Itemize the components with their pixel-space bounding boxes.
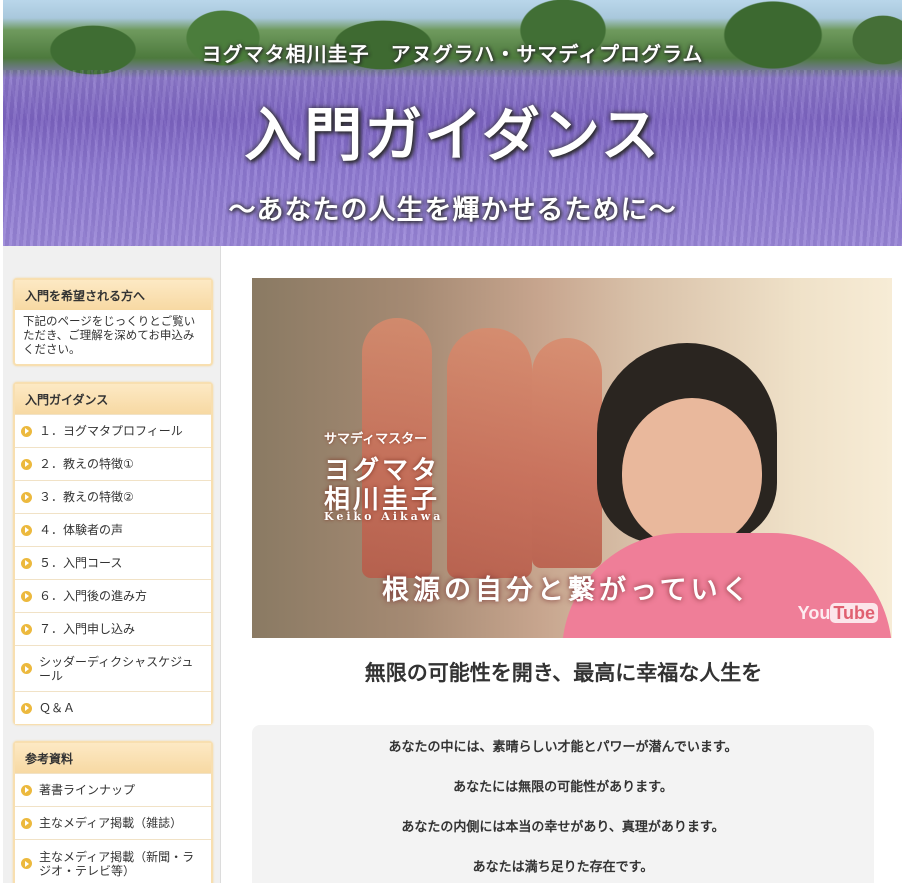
menu-item-label: 著書ラインナップ bbox=[39, 783, 136, 797]
arrow-bullet-icon bbox=[21, 491, 32, 503]
menu-item-label: Ｑ＆Ａ bbox=[39, 701, 76, 715]
arrow-bullet-icon bbox=[21, 784, 32, 796]
arrow-bullet-icon bbox=[21, 663, 32, 674]
arrow-bullet-icon bbox=[21, 557, 32, 569]
header-banner: ヨグマタ相川圭子 アヌグラハ・サマディプログラム 入門ガイダンス 〜あなたの人生… bbox=[3, 0, 902, 246]
menu-item-media-news[interactable]: 主なメディア掲載（新聞・ラジオ・テレビ等） bbox=[15, 839, 211, 883]
guidance-heading: 入門ガイダンス bbox=[15, 384, 211, 414]
arrow-bullet-icon bbox=[21, 425, 32, 437]
arrow-bullet-icon bbox=[21, 623, 32, 635]
sidebar: 入門を希望される方へ 下記のページをじっくりとご覧いただき、ご理解を深めてお申込… bbox=[3, 246, 221, 883]
menu-item-label: ２．教えの特徴① bbox=[39, 457, 134, 471]
video-thumbnail[interactable]: サマディマスター ヨグマタ 相川圭子 Keiko Aikawa 根源の自分と繋が… bbox=[252, 278, 892, 638]
message-line: あなたには無限の可能性があります。 bbox=[453, 780, 673, 795]
menu-item-testimonials[interactable]: ４．体験者の声 bbox=[15, 513, 211, 546]
menu-item-label: ４．体験者の声 bbox=[39, 523, 124, 537]
message-line: あなたの内側には本当の幸せがあり、真理があります。 bbox=[401, 820, 725, 835]
intro-box: 入門を希望される方へ 下記のページをじっくりとご覧いただき、ご理解を深めてお申込… bbox=[13, 278, 213, 366]
message-box: あなたの中には、素晴らしい才能とパワーが潜んでいます。 あなたには無限の可能性が… bbox=[252, 725, 874, 883]
menu-item-label: １．ヨグマタプロフィール bbox=[39, 424, 183, 438]
arrow-bullet-icon bbox=[21, 524, 32, 536]
video-name-roman: Keiko Aikawa bbox=[324, 510, 444, 523]
youtube-logo-tube: Tube bbox=[830, 603, 878, 623]
menu-item-features-1[interactable]: ２．教えの特徴① bbox=[15, 447, 211, 480]
background-figure bbox=[447, 328, 532, 578]
header-subtitle: ヨグマタ相川圭子 アヌグラハ・サマディプログラム bbox=[201, 42, 704, 66]
youtube-logo-you: You bbox=[797, 603, 831, 623]
arrow-bullet-icon bbox=[21, 702, 32, 714]
background-figure bbox=[532, 338, 602, 568]
intro-heading: 入門を希望される方へ bbox=[15, 280, 211, 310]
arrow-bullet-icon bbox=[21, 458, 32, 470]
menu-item-label: ５．入門コース bbox=[39, 556, 123, 570]
menu-item-label: ６．入門後の進み方 bbox=[39, 589, 148, 603]
message-line: あなたの中には、素晴らしい才能とパワーが潜んでいます。 bbox=[388, 740, 738, 755]
references-heading: 参考資料 bbox=[15, 743, 211, 773]
references-menu: 参考資料 著書ラインナップ 主なメディア掲載（雑誌） 主なメディア掲載（新聞・ラ… bbox=[13, 741, 213, 883]
menu-item-features-2[interactable]: ３．教えの特徴② bbox=[15, 480, 211, 513]
menu-item-profile[interactable]: １．ヨグマタプロフィール bbox=[15, 414, 211, 447]
guidance-menu: 入門ガイダンス １．ヨグマタプロフィール ２．教えの特徴① ３．教えの特徴② ４… bbox=[13, 382, 213, 725]
menu-item-application[interactable]: ７．入門申し込み bbox=[15, 612, 211, 645]
intro-text: 下記のページをじっくりとご覧いただき、ご理解を深めてお申込みください。 bbox=[23, 314, 196, 356]
arrow-bullet-icon bbox=[21, 590, 32, 602]
menu-item-faq[interactable]: Ｑ＆Ａ bbox=[15, 691, 211, 724]
arrow-bullet-icon bbox=[21, 858, 32, 869]
message-line: あなたは満ち足りた存在です。 bbox=[472, 860, 654, 875]
menu-item-books[interactable]: 著書ラインナップ bbox=[15, 773, 211, 806]
youtube-logo-icon: You Tube bbox=[798, 603, 878, 624]
main-headline: 無限の可能性を開き、最高に幸福な人生を bbox=[364, 661, 763, 685]
video-caption: 根源の自分と繋がっていく bbox=[382, 575, 753, 606]
page-title: 入門ガイダンス bbox=[244, 101, 661, 169]
arrow-bullet-icon bbox=[21, 817, 32, 829]
menu-item-label: 主なメディア掲載（新聞・ラジオ・テレビ等） bbox=[39, 849, 195, 878]
menu-item-schedule[interactable]: シッダーディクシャスケジュール bbox=[15, 645, 211, 691]
menu-item-label: ３．教えの特徴② bbox=[39, 490, 134, 504]
main-content: サマディマスター ヨグマタ 相川圭子 Keiko Aikawa 根源の自分と繋が… bbox=[222, 246, 905, 883]
menu-item-progression[interactable]: ６．入門後の進み方 bbox=[15, 579, 211, 612]
menu-item-media-magazines[interactable]: 主なメディア掲載（雑誌） bbox=[15, 806, 211, 839]
menu-item-label: 主なメディア掲載（雑誌） bbox=[39, 816, 183, 830]
menu-item-courses[interactable]: ５．入門コース bbox=[15, 546, 211, 579]
menu-item-label: シッダーディクシャスケジュール bbox=[39, 654, 194, 683]
speaker-face bbox=[622, 398, 762, 548]
header-tagline: 〜あなたの人生を輝かせるために〜 bbox=[228, 195, 677, 226]
video-role-text: サマディマスター bbox=[324, 432, 428, 447]
background-figure bbox=[362, 318, 432, 578]
menu-item-label: ７．入門申し込み bbox=[39, 622, 136, 636]
